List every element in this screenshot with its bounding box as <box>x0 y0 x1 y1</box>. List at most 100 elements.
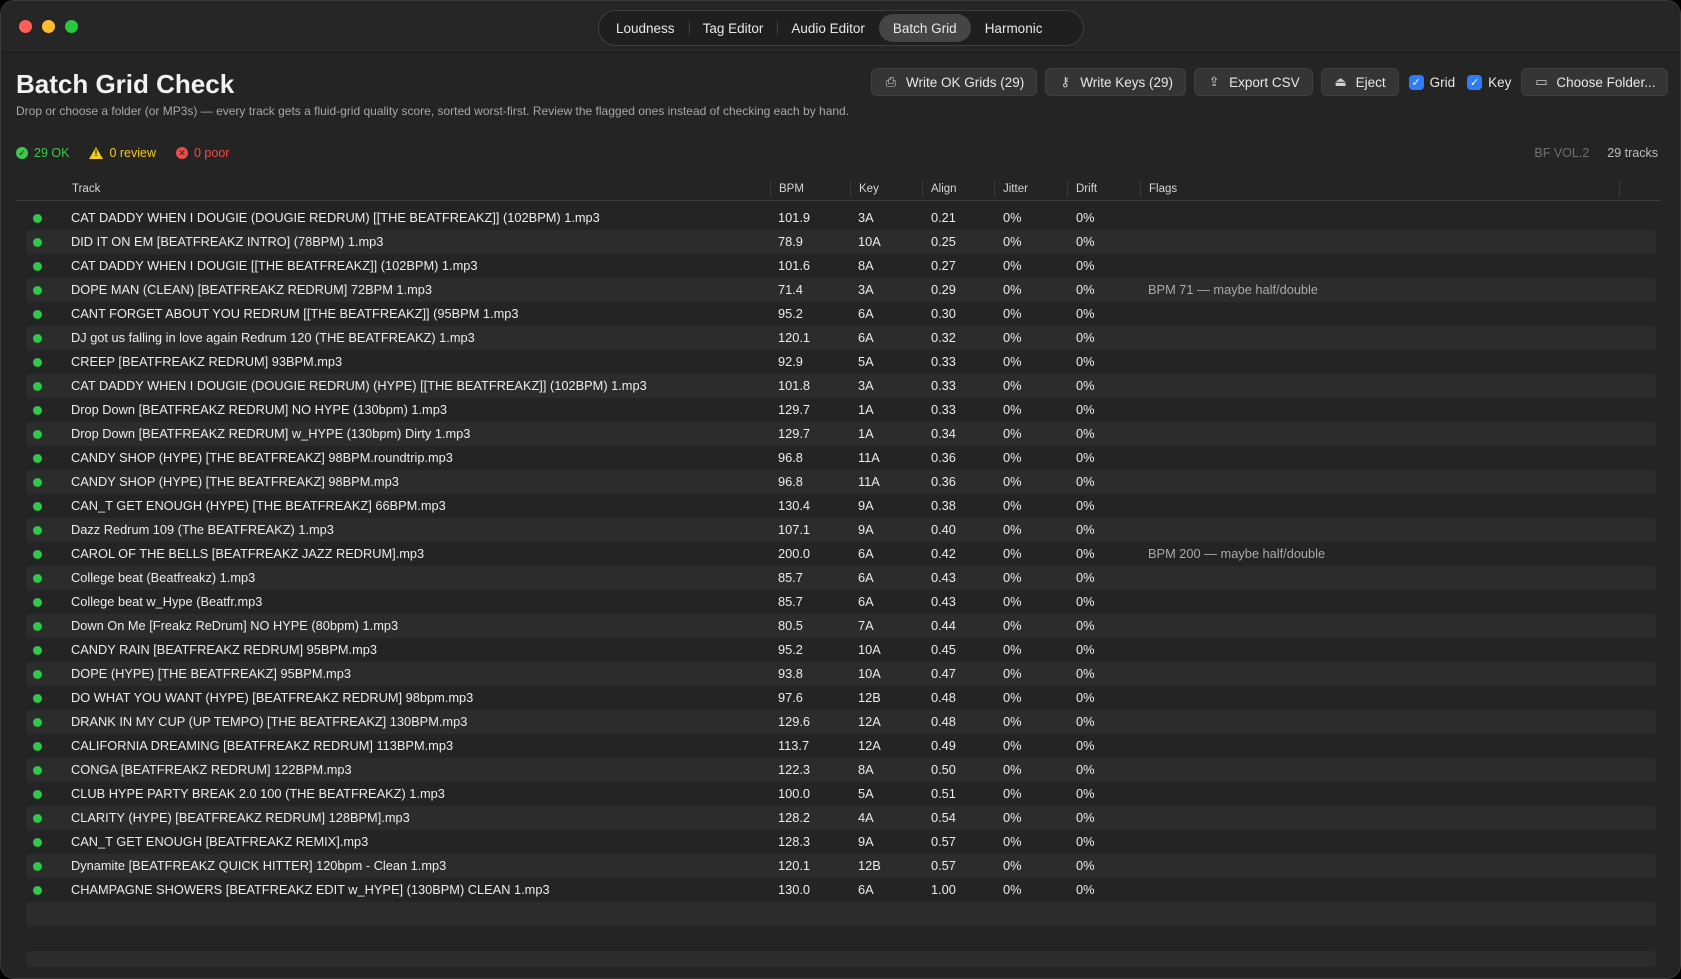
table-row[interactable]: CANDY SHOP (HYPE) [THE BEATFREAKZ] 98BPM… <box>26 446 1656 470</box>
cell-key: 9A <box>858 522 874 537</box>
column-header-jitter[interactable]: Jitter <box>994 181 1067 197</box>
cell-track: Down On Me [Freakz ReDrum] NO HYPE (80bp… <box>71 618 399 633</box>
cell-drift: 0% <box>1076 858 1095 873</box>
eject-button[interactable]: ⏏ Eject <box>1320 68 1399 96</box>
cell-jitter: 0% <box>1003 402 1022 417</box>
choose-folder-button[interactable]: ▭ Choose Folder... <box>1521 68 1669 96</box>
table-row[interactable]: CAN_T GET ENOUGH (HYPE) [THE BEATFREAKZ]… <box>26 494 1656 518</box>
table-row[interactable]: Drop Down [BEATFREAKZ REDRUM] w_HYPE (13… <box>26 422 1656 446</box>
checkmark-icon: ✓ <box>1408 74 1424 90</box>
cell-jitter: 0% <box>1003 282 1022 297</box>
cell-drift: 0% <box>1076 258 1095 273</box>
table-row[interactable]: CAT DADDY WHEN I DOUGIE (DOUGIE REDRUM) … <box>26 206 1656 230</box>
track-count: 29 tracks <box>1607 146 1658 160</box>
write-keys-label: Write Keys (29) <box>1080 74 1174 90</box>
column-header-drift[interactable]: Drift <box>1067 181 1140 197</box>
cell-jitter: 0% <box>1003 234 1022 249</box>
table-row[interactable]: CANDY RAIN [BEATFREAKZ REDRUM] 95BPM.mp3… <box>26 638 1656 662</box>
table-row[interactable]: CAROL OF THE BELLS [BEATFREAKZ JAZZ REDR… <box>26 542 1656 566</box>
table-row[interactable]: Dazz Redrum 109 (The BEATFREAKZ) 1.mp3 10… <box>26 518 1656 542</box>
table-row[interactable]: CAN_T GET ENOUGH [BEATFREAKZ REMIX].mp3 1… <box>26 830 1656 854</box>
table-row[interactable]: CANDY SHOP (HYPE) [THE BEATFREAKZ] 98BPM… <box>26 470 1656 494</box>
cell-bpm: 97.6 <box>778 690 803 705</box>
cell-jitter: 0% <box>1003 714 1022 729</box>
cell-bpm: 130.0 <box>778 882 811 897</box>
column-header-align[interactable]: Align <box>922 181 994 197</box>
cell-key: 9A <box>858 834 874 849</box>
horizontal-scrollbar[interactable] <box>26 951 1656 967</box>
minimize-window-button[interactable] <box>42 20 55 33</box>
grid-checkbox[interactable]: ✓ Grid <box>1408 74 1455 90</box>
cell-key: 1A <box>858 402 874 417</box>
cell-track: DJ got us falling in love again Redrum 1… <box>71 330 475 345</box>
table-row[interactable]: DO WHAT YOU WANT (HYPE) [BEATFREAKZ REDR… <box>26 686 1656 710</box>
cell-drift: 0% <box>1076 666 1095 681</box>
table-row[interactable]: Drop Down [BEATFREAKZ REDRUM] NO HYPE (1… <box>26 398 1656 422</box>
cell-bpm: 130.4 <box>778 498 811 513</box>
cell-track: CAROL OF THE BELLS [BEATFREAKZ JAZZ REDR… <box>71 546 425 561</box>
table-row[interactable]: Down On Me [Freakz ReDrum] NO HYPE (80bp… <box>26 614 1656 638</box>
review-count: 0 review <box>89 146 156 160</box>
cell-align: 0.33 <box>931 402 956 417</box>
cell-key: 3A <box>858 282 874 297</box>
cell-jitter: 0% <box>1003 210 1022 225</box>
cell-bpm: 129.6 <box>778 714 811 729</box>
save-grid-icon: ⎙ <box>885 74 897 89</box>
export-csv-button[interactable]: ⇪ Export CSV <box>1194 68 1313 96</box>
table-row[interactable]: Dynamite [BEATFREAKZ QUICK HITTER] 120bp… <box>26 854 1656 878</box>
cell-align: 0.44 <box>931 618 956 633</box>
status-dot-icon <box>33 310 42 319</box>
status-dot-icon <box>33 718 42 727</box>
cell-align: 0.47 <box>931 666 956 681</box>
cell-bpm: 120.1 <box>778 330 811 345</box>
table-row[interactable]: College beat w_Hype (Beatfr.mp3 85.7 6A 0.4… <box>26 590 1656 614</box>
table-row[interactable]: DID IT ON EM [BEATFREAKZ INTRO] (78BPM) … <box>26 230 1656 254</box>
cell-align: 0.34 <box>931 426 956 441</box>
status-dot-icon <box>33 502 42 511</box>
write-keys-button[interactable]: ⚷ Write Keys (29) <box>1045 68 1187 96</box>
cell-bpm: 85.7 <box>778 594 803 609</box>
table-row[interactable]: DRANK IN MY CUP (UP TEMPO) [THE BEATFREA… <box>26 710 1656 734</box>
table-row[interactable]: DOPE MAN (CLEAN) [BEATFREAKZ REDRUM] 72B… <box>26 278 1656 302</box>
cell-track: DOPE MAN (CLEAN) [BEATFREAKZ REDRUM] 72B… <box>71 282 432 297</box>
column-header-bpm[interactable]: BPM <box>770 181 850 197</box>
tab-harmonic[interactable]: Harmonic <box>971 14 1057 42</box>
column-header-key[interactable]: Key <box>850 181 922 197</box>
cell-key: 6A <box>858 330 874 345</box>
table-row[interactable]: CANT FORGET ABOUT YOU REDRUM [[THE BEATF… <box>26 302 1656 326</box>
table-row[interactable]: DJ got us falling in love again Redrum 1… <box>26 326 1656 350</box>
table-row[interactable]: DOPE (HYPE) [THE BEATFREAKZ] 95BPM.mp3 93… <box>26 662 1656 686</box>
close-window-button[interactable] <box>19 20 32 33</box>
table-row[interactable]: CLARITY (HYPE) [BEATFREAKZ REDRUM] 128BP… <box>26 806 1656 830</box>
key-checkbox[interactable]: ✓ Key <box>1467 74 1511 90</box>
warning-icon <box>89 147 104 159</box>
table-row[interactable]: CLUB HYPE PARTY BREAK 2.0 100 (THE BEATF… <box>26 782 1656 806</box>
table-row[interactable]: CREEP [BEATFREAKZ REDRUM] 93BPM.mp3 92.9 5… <box>26 350 1656 374</box>
cell-jitter: 0% <box>1003 354 1022 369</box>
tab-loudness[interactable]: Loudness <box>602 14 689 42</box>
table-row[interactable]: CONGA [BEATFREAKZ REDRUM] 122BPM.mp3 122.… <box>26 758 1656 782</box>
table-row[interactable]: CALIFORNIA DREAMING [BEATFREAKZ REDRUM] … <box>26 734 1656 758</box>
cell-jitter: 0% <box>1003 594 1022 609</box>
cell-align: 0.27 <box>931 258 956 273</box>
tab-batch-grid[interactable]: Batch Grid <box>878 14 971 42</box>
write-ok-grids-button[interactable]: ⎙ Write OK Grids (29) <box>871 68 1038 96</box>
cell-track: DO WHAT YOU WANT (HYPE) [BEATFREAKZ REDR… <box>71 690 474 705</box>
column-header-flags[interactable]: Flags <box>1140 181 1620 197</box>
tab-audio-editor[interactable]: Audio Editor <box>777 14 879 42</box>
page-description: Drop or choose a folder (or MP3s) — ever… <box>16 104 850 118</box>
cell-bpm: 122.3 <box>778 762 811 777</box>
status-dot-icon <box>33 430 42 439</box>
cell-bpm: 96.8 <box>778 474 803 489</box>
zoom-window-button[interactable] <box>65 20 78 33</box>
table-row[interactable]: CAT DADDY WHEN I DOUGIE [[THE BEATFREAKZ… <box>26 254 1656 278</box>
table-row[interactable]: CHAMPAGNE SHOWERS [BEATFREAKZ EDIT w_HYP… <box>26 878 1656 902</box>
status-dot-icon <box>33 214 42 223</box>
cell-bpm: 101.9 <box>778 210 811 225</box>
cell-key: 12B <box>858 858 881 873</box>
table-row[interactable]: College beat (Beatfreakz) 1.mp3 85.7 6A 0.4… <box>26 566 1656 590</box>
column-header-track[interactable]: Track <box>64 181 100 197</box>
cell-bpm: 95.2 <box>778 642 803 657</box>
tab-tag-editor[interactable]: Tag Editor <box>688 14 778 42</box>
table-row[interactable]: CAT DADDY WHEN I DOUGIE (DOUGIE REDRUM) … <box>26 374 1656 398</box>
